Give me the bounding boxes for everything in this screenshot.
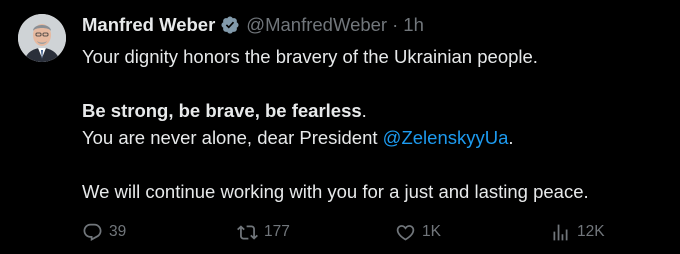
mention-link[interactable]: @ZelenskyyUa — [383, 127, 509, 148]
tweet-line: Your dignity honors the bravery of the U… — [82, 46, 538, 67]
text-segment: You are never alone, dear President — [82, 127, 383, 148]
like-count: 1K — [422, 223, 441, 240]
tweet-header: Manfred Weber @ManfredWeber · 1h — [82, 12, 424, 38]
like-button[interactable]: 1K — [395, 218, 441, 246]
text-punctuation: . — [361, 100, 367, 121]
author-handle[interactable]: @ManfredWeber — [246, 12, 387, 38]
bold-text: Be strong, be brave, be fearless — [82, 100, 362, 121]
tweet-timestamp[interactable]: 1h — [403, 12, 424, 38]
tweet-text: Your dignity honors the bravery of the U… — [82, 43, 667, 205]
tweet-actions: 39 177 1K 12K — [82, 218, 642, 246]
views-chart-icon — [553, 224, 568, 240]
header-separator: · — [392, 14, 399, 35]
retweet-icon — [237, 224, 258, 240]
line-break — [82, 151, 667, 178]
tweet-line: You are never alone, dear President @Zel… — [82, 124, 667, 151]
avatar-photo — [18, 14, 66, 62]
heart-icon — [396, 224, 415, 241]
author-name[interactable]: Manfred Weber — [82, 12, 215, 38]
tweet-line: We will continue working with you for a … — [82, 181, 589, 202]
tweet-line: Be strong, be brave, be fearless. — [82, 97, 667, 124]
verified-badge-icon — [220, 15, 240, 35]
avatar[interactable] — [18, 14, 66, 62]
view-count: 12K — [577, 223, 605, 240]
reply-count: 39 — [109, 223, 127, 240]
reply-icon — [83, 223, 102, 241]
retweet-button[interactable]: 177 — [237, 218, 290, 246]
retweet-count: 177 — [264, 223, 290, 240]
text-punctuation: . — [508, 127, 514, 148]
line-break — [82, 70, 667, 97]
views-button[interactable]: 12K — [550, 218, 605, 246]
reply-button[interactable]: 39 — [82, 218, 126, 246]
